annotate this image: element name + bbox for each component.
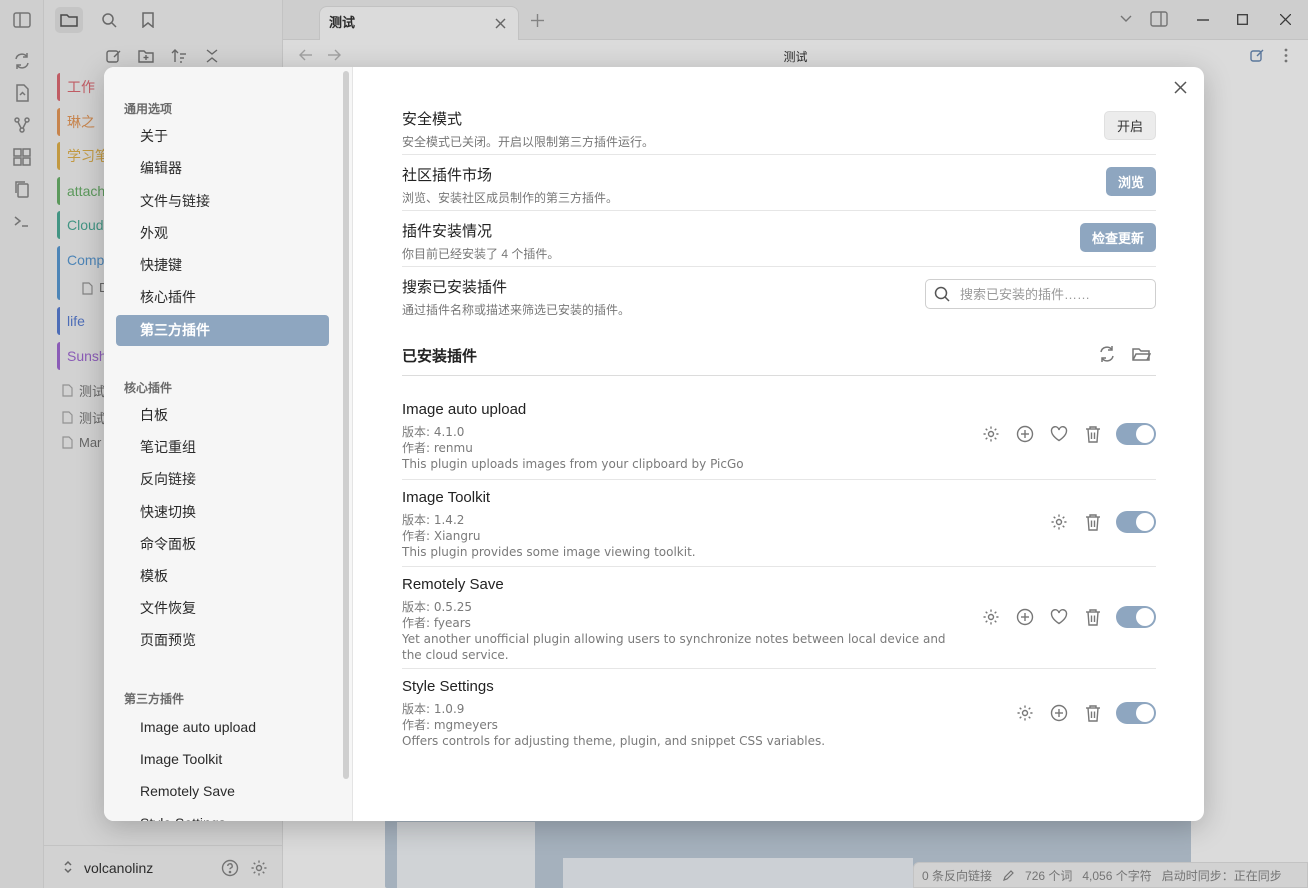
plugin-description: This plugin provides some image viewing … [402,545,696,559]
nav-item-community-plugins[interactable]: 第三方插件 [116,315,329,346]
heart-icon[interactable] [1048,606,1070,628]
plugin-name: Image Toolkit [402,489,491,506]
nav-heading: 核心插件 [124,381,173,395]
plugin-item: Remotely Save 版本: 0.5.25 作者: fyears Yet … [402,576,1156,669]
setting-desc: 你目前已经安装了 4 个插件。 [402,247,560,261]
setting-community-market: 社区插件市场 浏览、安装社区成员制作的第三方插件。 浏览 [402,164,1156,211]
plugin-name: Style Settings [402,678,494,695]
close-icon[interactable] [1168,75,1192,99]
setting-name: 社区插件市场 [402,167,493,184]
setting-desc: 安全模式已关闭。开启以限制第三方插件运行。 [402,135,655,149]
nav-scrollbar[interactable] [343,71,349,779]
nav-item-plugin-style-settings[interactable]: Style Settings [116,808,329,821]
nav-heading: 通用选项 [124,102,173,116]
nav-item-files-links[interactable]: 文件与链接 [116,186,329,217]
setting-search-plugins: 搜索已安装插件 通过插件名称或描述来筛选已安装的插件。 [402,276,1156,324]
installed-plugins-title: 已安装插件 [402,348,478,365]
plugin-author: 作者: Xiangru [402,529,481,543]
trash-icon[interactable] [1082,702,1104,724]
reload-icon[interactable] [1097,344,1119,366]
trash-icon[interactable] [1082,423,1104,445]
nav-item-about[interactable]: 关于 [116,121,329,152]
open-folder-icon[interactable] [1131,344,1153,366]
nav-item-templates[interactable]: 模板 [116,561,329,592]
gear-icon[interactable] [980,423,1002,445]
plugin-description: Yet another unofficial plugin allowing u… [402,632,946,662]
add-hotkey-icon[interactable] [1048,702,1070,724]
nav-item-file-recovery[interactable]: 文件恢复 [116,593,329,624]
installed-plugins-header: 已安装插件 [402,341,1156,376]
search-field[interactable] [925,279,1156,309]
search-icon [934,286,950,302]
gear-icon[interactable] [980,606,1002,628]
setting-name: 安全模式 [402,111,463,128]
nav-item-editor[interactable]: 编辑器 [116,153,329,184]
plugin-actions [980,606,1156,628]
plugin-toggle[interactable] [1116,423,1156,445]
trash-icon[interactable] [1082,511,1104,533]
settings-nav: 通用选项 关于 编辑器 文件与链接 外观 快捷键 核心插件 第三方插件 核心插件… [104,67,353,821]
nav-item-backlinks[interactable]: 反向链接 [116,464,329,495]
add-hotkey-icon[interactable] [1014,423,1036,445]
nav-item-quick-switcher[interactable]: 快速切换 [116,497,329,528]
gear-icon[interactable] [1048,511,1070,533]
plugin-item: Image Toolkit 版本: 1.4.2 作者: Xiangru This… [402,489,1156,567]
setting-desc: 浏览、安装社区成员制作的第三方插件。 [402,191,619,205]
plugin-toggle[interactable] [1116,702,1156,724]
plugin-actions [1048,511,1156,533]
nav-item-hotkeys[interactable]: 快捷键 [116,250,329,281]
plugin-version: 版本: 1.4.2 [402,513,465,527]
plugin-actions [980,423,1156,445]
settings-content: 安全模式 安全模式已关闭。开启以限制第三方插件运行。 开启 社区插件市场 浏览、… [353,67,1204,821]
check-updates-button[interactable]: 检查更新 [1079,223,1156,252]
search-input[interactable] [960,286,1140,302]
plugin-toggle[interactable] [1116,511,1156,533]
nav-item-appearance[interactable]: 外观 [116,218,329,249]
plugin-item: Image auto upload 版本: 4.1.0 作者: renmu Th… [402,401,1156,480]
plugin-description: Offers controls for adjusting theme, plu… [402,734,826,748]
plugin-actions [1014,702,1156,724]
nav-item-canvas[interactable]: 白板 [116,400,329,431]
nav-heading: 第三方插件 [124,692,185,706]
safe-mode-button[interactable]: 开启 [1103,111,1156,140]
nav-item-command-palette[interactable]: 命令面板 [116,529,329,560]
plugin-description: This plugin uploads images from your cli… [402,457,744,471]
nav-item-plugin-image-toolkit[interactable]: Image Toolkit [116,744,329,775]
settings-modal: 通用选项 关于 编辑器 文件与链接 外观 快捷键 核心插件 第三方插件 核心插件… [104,67,1204,821]
browse-button[interactable]: 浏览 [1105,167,1156,196]
nav-item-plugin-image-auto-upload[interactable]: Image auto upload [116,712,329,743]
plugin-name: Remotely Save [402,576,504,593]
nav-item-page-preview[interactable]: 页面预览 [116,625,329,656]
add-hotkey-icon[interactable] [1014,606,1036,628]
plugin-toggle[interactable] [1116,606,1156,628]
gear-icon[interactable] [1014,702,1036,724]
nav-item-core-plugins[interactable]: 核心插件 [116,282,329,313]
plugin-item: Style Settings 版本: 1.0.9 作者: mgmeyers Of… [402,678,1156,750]
nav-item-plugin-remotely-save[interactable]: Remotely Save [116,776,329,807]
setting-safe-mode: 安全模式 安全模式已关闭。开启以限制第三方插件运行。 开启 [402,108,1156,155]
nav-item-note-composer[interactable]: 笔记重组 [116,432,329,463]
trash-icon[interactable] [1082,606,1104,628]
setting-name: 插件安装情况 [402,223,493,240]
heart-icon[interactable] [1048,423,1070,445]
plugin-name: Image auto upload [402,401,527,418]
setting-install-status: 插件安装情况 你目前已经安装了 4 个插件。 检查更新 [402,220,1156,267]
